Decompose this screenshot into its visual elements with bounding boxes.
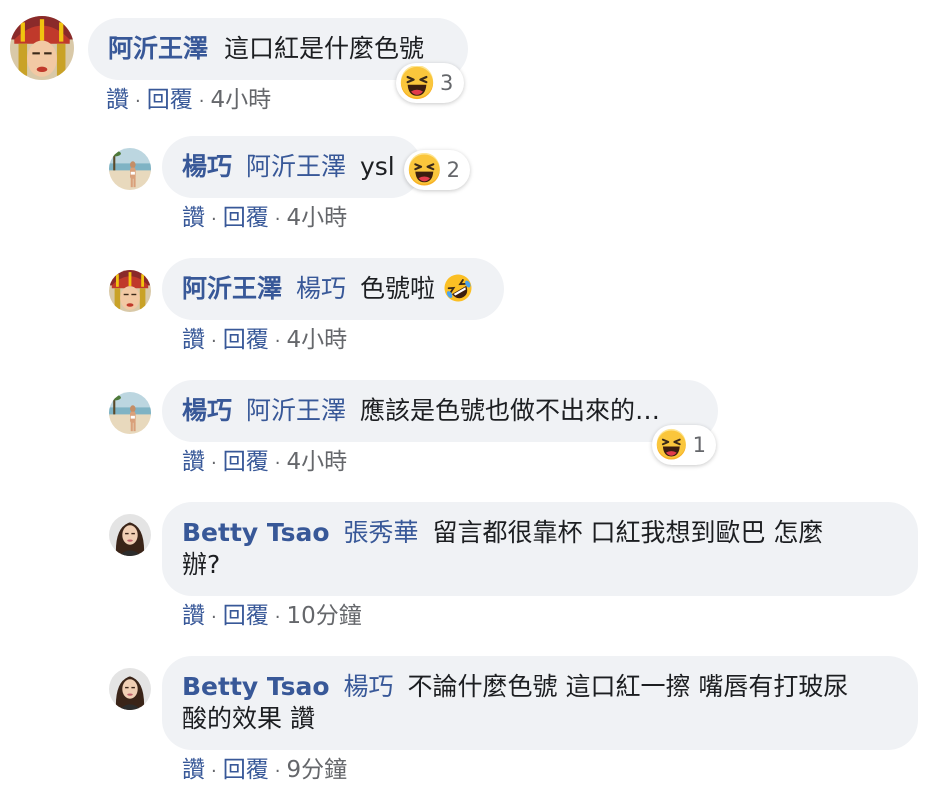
timestamp[interactable]: 4小時	[286, 205, 347, 231]
comment-actions: 讚 · 回覆 · 9分鐘	[182, 755, 347, 787]
comment-author[interactable]: 楊巧	[182, 396, 232, 425]
timestamp[interactable]: 10分鐘	[286, 603, 361, 629]
comment-text: 這口紅是什麼色號	[223, 34, 424, 63]
comment-actions: 讚 · 回覆 · 4小時	[182, 203, 347, 235]
reply-bubble: 阿沂王澤 楊巧 色號啦	[162, 258, 504, 320]
separator: ·	[274, 607, 281, 628]
comment-text-continued: 辦?	[182, 550, 221, 579]
laughing-face-icon	[656, 428, 687, 462]
laughing-face-icon	[408, 153, 441, 187]
separator: ·	[211, 331, 217, 352]
like-link[interactable]: 讚	[182, 205, 205, 231]
reaction-summary[interactable]: 3	[396, 63, 464, 103]
reply-bubble: Betty Tsao 張秀華 留言都很靠杯 口紅我想到歐巴 怎麼 辦?	[162, 502, 918, 596]
reply-bubble: 楊巧 阿沂王澤 應該是色號也做不出來的…	[162, 380, 718, 442]
reply-link[interactable]: 回覆	[223, 449, 269, 475]
comment-text: ysl	[359, 152, 395, 181]
like-link[interactable]: 讚	[182, 757, 205, 783]
timestamp[interactable]: 9分鐘	[286, 757, 347, 783]
comment-actions: 讚 · 回覆 · 4小時	[182, 447, 347, 479]
separator: ·	[211, 761, 217, 782]
comment-author[interactable]: 阿沂王澤	[182, 274, 282, 303]
separator: ·	[274, 209, 281, 230]
comment-author[interactable]: Betty Tsao	[182, 672, 330, 701]
reaction-summary[interactable]: 2	[404, 150, 470, 190]
avatar[interactable]	[10, 16, 74, 80]
comment-actions: 讚 · 回覆 · 4小時	[182, 325, 347, 357]
avatar[interactable]	[109, 668, 151, 710]
like-link[interactable]: 讚	[182, 327, 205, 353]
timestamp[interactable]: 4小時	[210, 87, 271, 113]
comment-actions: 讚 · 回覆 · 10分鐘	[182, 601, 362, 633]
mention-link[interactable]: 阿沂王澤	[246, 396, 346, 425]
reaction-summary[interactable]: 1	[652, 425, 716, 465]
reply-link[interactable]: 回覆	[223, 205, 269, 231]
reply-link[interactable]: 回覆	[223, 757, 269, 783]
comment-author[interactable]: Betty Tsao	[182, 518, 330, 547]
avatar[interactable]	[109, 148, 151, 190]
rolling-on-floor-laughing-icon	[443, 273, 473, 303]
like-link[interactable]: 讚	[182, 449, 205, 475]
avatar[interactable]	[109, 392, 151, 434]
like-link[interactable]: 讚	[106, 87, 129, 113]
reply-link[interactable]: 回覆	[223, 327, 269, 353]
avatar[interactable]	[109, 270, 151, 312]
reply-bubble: 楊巧 阿沂王澤 ysl	[162, 136, 422, 198]
timestamp[interactable]: 4小時	[286, 449, 347, 475]
reply-bubble: Betty Tsao 楊巧 不論什麼色號 這口紅一擦 嘴唇有打玻尿 酸的效果 讚	[162, 656, 918, 750]
separator: ·	[211, 209, 217, 230]
reply-link[interactable]: 回覆	[223, 603, 269, 629]
separator: ·	[274, 331, 281, 352]
comment-actions: 讚 · 回覆 · 4小時	[106, 85, 271, 117]
reply-link[interactable]: 回覆	[147, 87, 193, 113]
mention-link[interactable]: 楊巧	[344, 672, 394, 701]
comment-text: 色號啦	[359, 274, 435, 303]
separator: ·	[211, 453, 217, 474]
comment-text-continued: 酸的效果 讚	[182, 704, 315, 733]
separator: ·	[135, 91, 141, 112]
reaction-count: 2	[446, 158, 460, 182]
mention-link[interactable]: 阿沂王澤	[246, 152, 346, 181]
comment-text: 應該是色號也做不出來的…	[359, 396, 660, 425]
reaction-count: 3	[440, 71, 454, 95]
separator: ·	[274, 453, 281, 474]
reaction-count: 1	[692, 433, 706, 457]
separator: ·	[211, 607, 217, 628]
comment-author[interactable]: 阿沂王澤	[108, 34, 208, 63]
avatar[interactable]	[109, 514, 151, 556]
comment-author[interactable]: 楊巧	[182, 152, 232, 181]
comment-text: 留言都很靠杯 口紅我想到歐巴 怎麼	[432, 518, 824, 547]
mention-link[interactable]: 楊巧	[296, 274, 346, 303]
like-link[interactable]: 讚	[182, 603, 205, 629]
separator: ·	[274, 761, 281, 782]
mention-link[interactable]: 張秀華	[344, 518, 419, 547]
comment-text: 不論什麼色號 這口紅一擦 嘴唇有打玻尿	[407, 672, 849, 701]
separator: ·	[198, 91, 205, 112]
timestamp[interactable]: 4小時	[286, 327, 347, 353]
laughing-face-icon	[400, 66, 434, 100]
